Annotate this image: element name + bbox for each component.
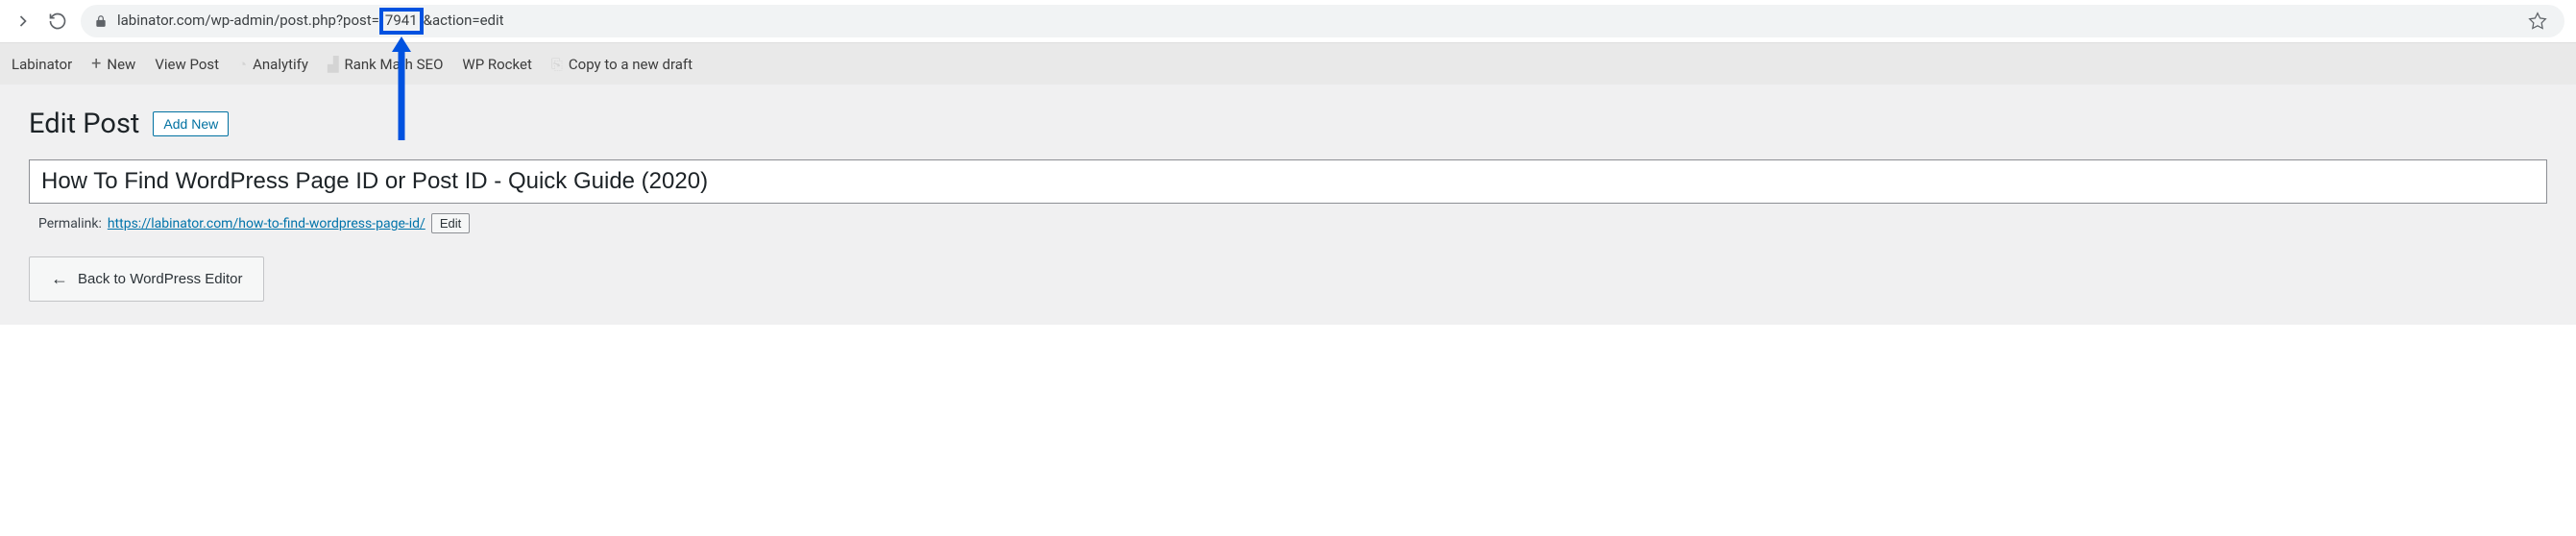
lock-icon (94, 14, 108, 28)
analytify-label: Analytify (253, 56, 308, 73)
copy-draft-label: Copy to a new draft (569, 56, 693, 73)
add-new-button[interactable]: Add New (153, 111, 229, 136)
page-title: Edit Post (29, 108, 139, 140)
new-label: New (107, 56, 135, 73)
permalink-label: Permalink: (38, 216, 102, 231)
copy-draft-button[interactable]: ⎘ Copy to a new draft (542, 43, 702, 85)
page-header: Edit Post Add New (29, 108, 2547, 140)
bookmark-star-icon[interactable] (2528, 12, 2551, 31)
analytify-button[interactable]: ◔ Analytify (229, 43, 318, 85)
plus-icon: + (91, 54, 101, 74)
site-name[interactable]: Labinator (12, 43, 82, 85)
url-highlight: 7941 (379, 8, 424, 35)
wp-rocket-button[interactable]: WP Rocket (452, 43, 541, 85)
view-post-button[interactable]: View Post (145, 43, 229, 85)
post-title-input[interactable] (29, 159, 2547, 204)
rank-math-label: Rank Math SEO (344, 56, 443, 73)
forward-icon[interactable] (12, 10, 35, 33)
back-label: Back to WordPress Editor (78, 271, 242, 287)
permalink-link[interactable]: https://labinator.com/how-to-find-wordpr… (108, 216, 425, 231)
back-to-editor-button[interactable]: ← Back to WordPress Editor (29, 256, 264, 302)
address-bar[interactable]: labinator.com/wp-admin/post.php?post=794… (81, 5, 2564, 37)
wp-rocket-label: WP Rocket (462, 56, 531, 73)
url-text: labinator.com/wp-admin/post.php?post=794… (117, 8, 504, 35)
rank-math-button[interactable]: ▟ Rank Math SEO (318, 43, 452, 85)
url-suffix: &action=edit (424, 12, 504, 29)
edit-permalink-button[interactable]: Edit (431, 213, 470, 233)
browser-bar: labinator.com/wp-admin/post.php?post=794… (0, 0, 2576, 42)
rank-math-icon: ▟ (328, 56, 339, 73)
wp-admin-toolbar: Labinator + New View Post ◔ Analytify ▟ … (0, 42, 2576, 85)
view-post-label: View Post (155, 56, 219, 73)
copy-icon: ⎘ (551, 56, 563, 73)
analytify-icon: ◔ (238, 56, 247, 73)
permalink-row: Permalink: https://labinator.com/how-to-… (29, 213, 2547, 233)
reload-icon[interactable] (46, 10, 69, 33)
new-button[interactable]: + New (82, 43, 145, 85)
url-prefix: labinator.com/wp-admin/post.php?post= (117, 12, 379, 29)
content-area: Edit Post Add New Permalink: https://lab… (0, 85, 2576, 325)
arrow-left-icon: ← (51, 269, 68, 289)
